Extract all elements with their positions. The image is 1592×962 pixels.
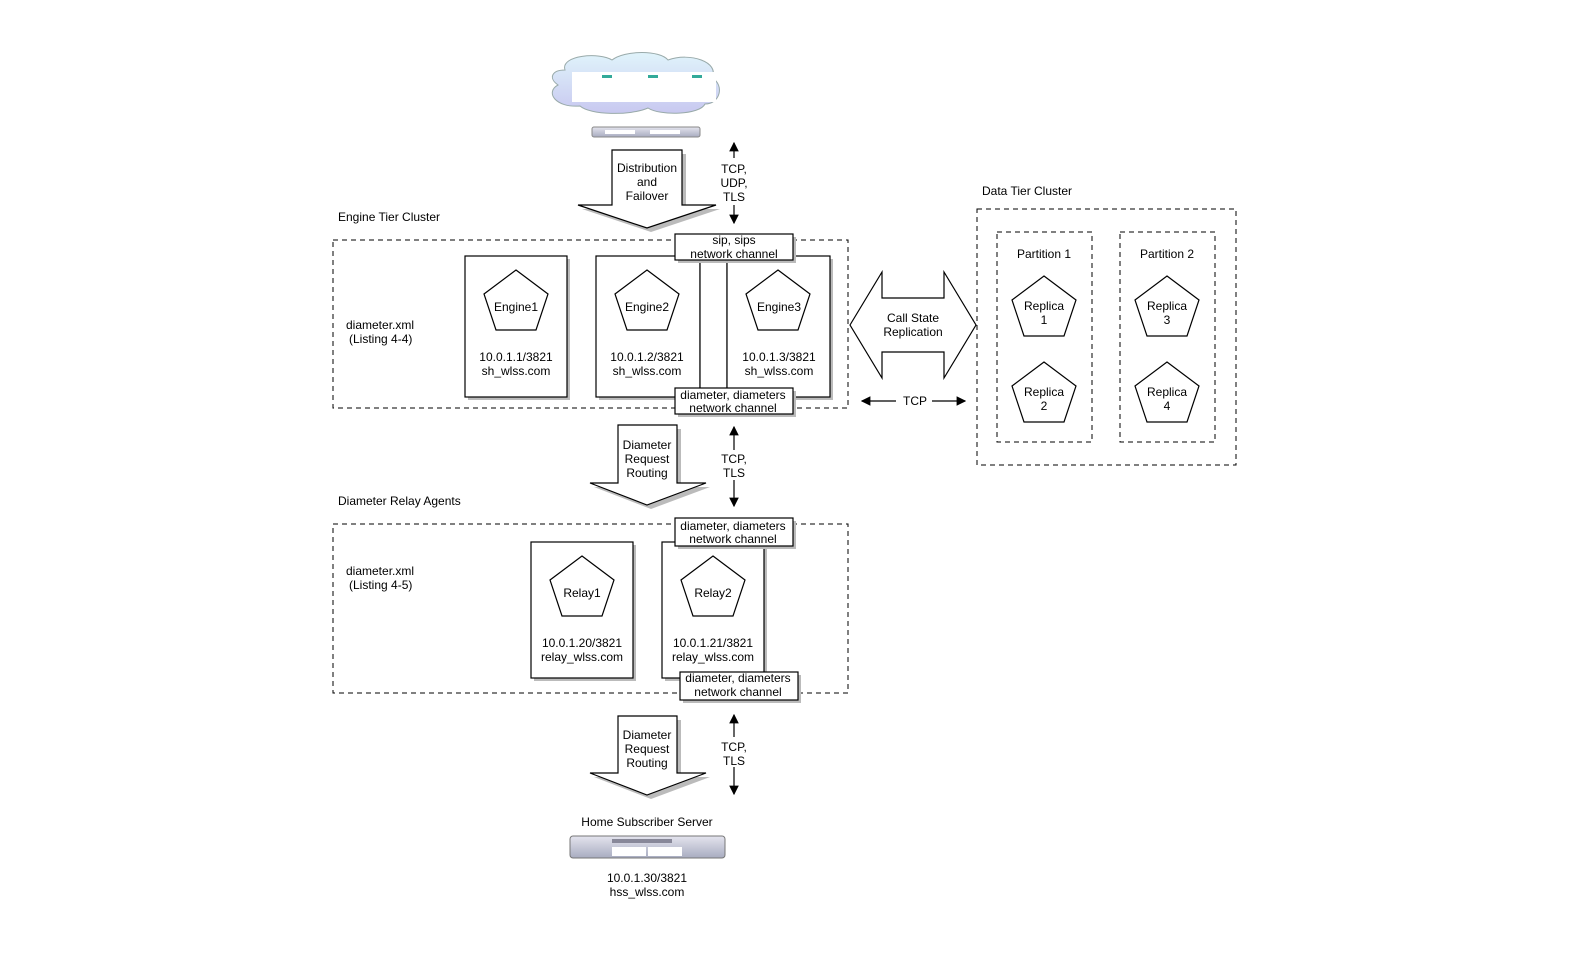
hss-address: 10.0.1.30/3821 bbox=[607, 871, 687, 885]
svg-text:network channel: network channel bbox=[689, 532, 776, 546]
svg-text:sh_wlss.com: sh_wlss.com bbox=[613, 364, 682, 378]
svg-text:Engine3: Engine3 bbox=[757, 300, 801, 314]
svg-text:relay_wlss.com: relay_wlss.com bbox=[672, 650, 754, 664]
relay-top-network-channel: diameter, diameters network channel bbox=[674, 517, 796, 549]
svg-text:Engine1: Engine1 bbox=[494, 300, 538, 314]
svg-text:1: 1 bbox=[1041, 313, 1048, 327]
svg-text:Partition 2: Partition 2 bbox=[1140, 247, 1194, 261]
svg-text:Routing: Routing bbox=[626, 756, 667, 770]
svg-text:Diameter: Diameter bbox=[623, 728, 672, 742]
svg-text:TCP,: TCP, bbox=[721, 162, 747, 176]
relay1-server: Relay1 10.0.1.20/3821 relay_wlss.com bbox=[530, 541, 636, 681]
partition-2: Partition 2 Replica 3 Replica 4 bbox=[1119, 231, 1216, 443]
svg-text:network channel: network channel bbox=[689, 401, 776, 415]
relay-config-file: diameter.xml bbox=[346, 564, 414, 578]
middle-protocol-arrow: TCP, TLS bbox=[721, 425, 747, 508]
engine-config-file: diameter.xml bbox=[346, 318, 414, 332]
svg-text:diameter, diameters: diameter, diameters bbox=[685, 671, 790, 685]
svg-text:Routing: Routing bbox=[626, 466, 667, 480]
svg-text:Replica: Replica bbox=[1147, 299, 1187, 313]
svg-text:sh_wlss.com: sh_wlss.com bbox=[482, 364, 551, 378]
svg-text:Replica: Replica bbox=[1024, 385, 1064, 399]
svg-text:network channel: network channel bbox=[694, 685, 781, 699]
arrow-label: Failover bbox=[626, 189, 669, 203]
svg-text:10.0.1.3/3821: 10.0.1.3/3821 bbox=[742, 350, 816, 364]
engine-config-listing: (Listing 4-4) bbox=[349, 332, 412, 346]
svg-text:Replica: Replica bbox=[1024, 299, 1064, 313]
svg-text:10.0.1.2/3821: 10.0.1.2/3821 bbox=[610, 350, 684, 364]
sip-network-channel: sip, sips network channel bbox=[674, 233, 796, 263]
svg-text:Replication: Replication bbox=[883, 325, 942, 339]
svg-text:diameter, diameters: diameter, diameters bbox=[680, 519, 785, 533]
rack-server-icon bbox=[569, 835, 726, 859]
call-state-replication-arrow: Call State Replication bbox=[849, 269, 977, 381]
arrow-label: and bbox=[637, 175, 657, 189]
svg-text:Call State: Call State bbox=[887, 311, 939, 325]
engine-interconnect bbox=[699, 255, 728, 398]
svg-text:TLS: TLS bbox=[723, 190, 745, 204]
architecture-diagram: Distribution and Failover TCP, UDP, TLS … bbox=[332, 52, 1237, 899]
engine-tier-title: Engine Tier Cluster bbox=[338, 210, 440, 224]
svg-text:Request: Request bbox=[625, 742, 670, 756]
data-tier-title: Data Tier Cluster bbox=[982, 184, 1072, 198]
svg-text:Relay1: Relay1 bbox=[563, 586, 601, 600]
relay-agents-title: Diameter Relay Agents bbox=[338, 494, 461, 508]
svg-text:TCP,: TCP, bbox=[721, 740, 747, 754]
arrow-label: Distribution bbox=[617, 161, 677, 175]
svg-text:TCP,: TCP, bbox=[721, 452, 747, 466]
svg-text:sip, sips: sip, sips bbox=[712, 233, 755, 247]
cloud-with-servers-icon bbox=[551, 52, 720, 114]
relay-bottom-network-channel: diameter, diameters network channel bbox=[679, 671, 801, 703]
diameter-routing-arrow-2: Diameter Request Routing bbox=[589, 715, 710, 799]
data-tier-cluster bbox=[976, 208, 1237, 466]
svg-text:TLS: TLS bbox=[723, 466, 745, 480]
diameter-routing-arrow-1: Diameter Request Routing bbox=[589, 424, 710, 509]
svg-text:10.0.1.20/3821: 10.0.1.20/3821 bbox=[542, 636, 622, 650]
bottom-protocol-arrow: TCP, TLS bbox=[721, 713, 747, 796]
svg-text:Replica: Replica bbox=[1147, 385, 1187, 399]
svg-text:relay_wlss.com: relay_wlss.com bbox=[541, 650, 623, 664]
svg-text:10.0.1.21/3821: 10.0.1.21/3821 bbox=[673, 636, 753, 650]
svg-text:Diameter: Diameter bbox=[623, 438, 672, 452]
relay-config-listing: (Listing 4-5) bbox=[349, 578, 412, 592]
svg-text:Partition 1: Partition 1 bbox=[1017, 247, 1071, 261]
svg-text:TLS: TLS bbox=[723, 754, 745, 768]
svg-text:Engine2: Engine2 bbox=[625, 300, 669, 314]
top-protocol-arrow: TCP, UDP, TLS bbox=[720, 141, 748, 225]
svg-text:Relay2: Relay2 bbox=[694, 586, 732, 600]
svg-text:UDP,: UDP, bbox=[720, 176, 747, 190]
distribution-failover-arrow: Distribution and Failover bbox=[577, 149, 720, 232]
svg-text:network channel: network channel bbox=[690, 247, 777, 261]
replication-protocol-arrow: TCP bbox=[860, 394, 967, 408]
svg-text:3: 3 bbox=[1164, 313, 1171, 327]
engine1-server: Engine1 10.0.1.1/3821 sh_wlss.com bbox=[464, 255, 570, 400]
engine3-server: Engine3 10.0.1.3/3821 sh_wlss.com bbox=[726, 255, 831, 398]
svg-text:4: 4 bbox=[1164, 399, 1171, 413]
svg-text:sh_wlss.com: sh_wlss.com bbox=[745, 364, 814, 378]
relay2-server: Relay2 10.0.1.21/3821 relay_wlss.com bbox=[661, 541, 767, 681]
hss-title: Home Subscriber Server bbox=[581, 815, 712, 829]
engine-diameter-network-channel: diameter, diameters network channel bbox=[674, 387, 796, 417]
partition-1: Partition 1 Replica 1 Replica 2 bbox=[996, 231, 1093, 443]
hss-host: hss_wlss.com bbox=[610, 885, 685, 899]
svg-text:2: 2 bbox=[1041, 399, 1048, 413]
svg-text:TCP: TCP bbox=[903, 394, 927, 408]
svg-text:diameter, diameters: diameter, diameters bbox=[680, 388, 785, 402]
svg-text:Request: Request bbox=[625, 452, 670, 466]
load-balancer-server-icon bbox=[591, 126, 701, 138]
svg-text:10.0.1.1/3821: 10.0.1.1/3821 bbox=[479, 350, 553, 364]
